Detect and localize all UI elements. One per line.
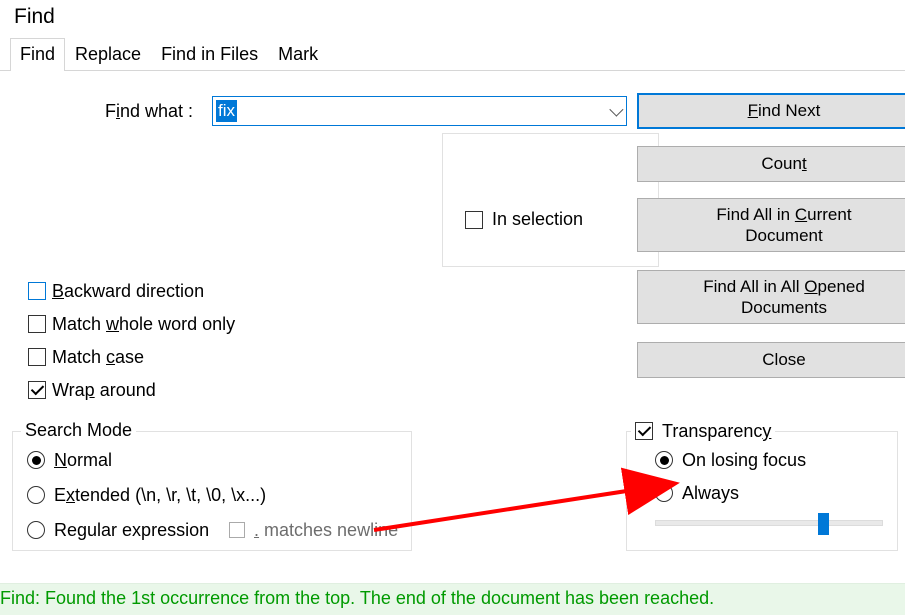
tab-replace[interactable]: Replace bbox=[65, 38, 151, 71]
extended-radio[interactable] bbox=[27, 486, 45, 504]
transparency-checkbox[interactable] bbox=[635, 422, 653, 440]
in-selection-checkbox-row[interactable]: In selection bbox=[465, 209, 583, 230]
search-mode-extended[interactable]: Extended (\n, \r, \t, \0, \x...) bbox=[27, 483, 266, 507]
opt-wrap[interactable]: Wrap around bbox=[28, 378, 156, 402]
matches-newline-checkbox bbox=[229, 522, 245, 538]
transparency-on-losing-focus[interactable]: On losing focus bbox=[655, 448, 806, 472]
find-next-button[interactable]: Find Next bbox=[637, 93, 905, 129]
transparency-label: Transparency bbox=[662, 421, 771, 441]
chevron-down-icon bbox=[609, 103, 623, 117]
opt-whole-word[interactable]: Match whole word only bbox=[28, 312, 235, 336]
backward-label: Backward direction bbox=[52, 281, 204, 302]
search-mode-group: Search Mode Normal Extended (\n, \r, \t,… bbox=[12, 431, 412, 551]
normal-label: Normal bbox=[54, 450, 112, 471]
match-case-checkbox[interactable] bbox=[28, 348, 46, 366]
match-case-label: Match case bbox=[52, 347, 144, 368]
wrap-checkbox[interactable] bbox=[28, 381, 46, 399]
in-selection-panel bbox=[442, 133, 659, 267]
backward-checkbox[interactable] bbox=[28, 282, 46, 300]
tab-find[interactable]: Find bbox=[10, 38, 65, 71]
transparency-always[interactable]: Always bbox=[655, 481, 739, 505]
transparency-slider[interactable] bbox=[655, 520, 883, 526]
transparency-header[interactable]: Transparency bbox=[631, 420, 775, 442]
find-what-label: Find what : bbox=[105, 101, 193, 122]
opt-match-case[interactable]: Match case bbox=[28, 345, 144, 369]
tab-mark[interactable]: Mark bbox=[268, 38, 328, 71]
tab-strip: Find Replace Find in Files Mark bbox=[0, 37, 905, 71]
on-losing-focus-label: On losing focus bbox=[682, 450, 806, 471]
regex-label: Regular expression bbox=[54, 520, 209, 541]
in-selection-checkbox[interactable] bbox=[465, 211, 483, 229]
always-label: Always bbox=[682, 483, 739, 504]
search-mode-regex[interactable]: Regular expression bbox=[27, 518, 209, 542]
regex-radio[interactable] bbox=[27, 521, 45, 539]
dialog-content: Find what : fix In selection Backward di… bbox=[0, 71, 905, 571]
find-what-input[interactable]: fix bbox=[216, 100, 237, 122]
matches-newline-label: . matches newline bbox=[254, 520, 398, 541]
extended-label: Extended (\n, \r, \t, \0, \x...) bbox=[54, 485, 266, 506]
slider-thumb[interactable] bbox=[818, 513, 829, 535]
search-mode-group-label: Search Mode bbox=[21, 420, 136, 441]
tab-find-in-files[interactable]: Find in Files bbox=[151, 38, 268, 71]
count-button[interactable]: Count bbox=[637, 146, 905, 182]
always-radio[interactable] bbox=[655, 484, 673, 502]
opt-backward[interactable]: Backward direction bbox=[28, 279, 204, 303]
in-selection-label: In selection bbox=[492, 209, 583, 230]
find-what-dropdown[interactable] bbox=[604, 97, 626, 125]
search-mode-normal[interactable]: Normal bbox=[27, 448, 112, 472]
whole-word-checkbox[interactable] bbox=[28, 315, 46, 333]
find-what-combo[interactable]: fix bbox=[212, 96, 627, 126]
normal-radio[interactable] bbox=[27, 451, 45, 469]
close-button[interactable]: Close bbox=[637, 342, 905, 378]
window-title: Find bbox=[0, 0, 905, 37]
status-bar: Find: Found the 1st occurrence from the … bbox=[0, 583, 905, 615]
wrap-label: Wrap around bbox=[52, 380, 156, 401]
transparency-group: Transparency On losing focus Always bbox=[626, 431, 898, 551]
on-losing-focus-radio[interactable] bbox=[655, 451, 673, 469]
find-all-opened-button[interactable]: Find All in All Opened Documents bbox=[637, 270, 905, 324]
find-all-current-button[interactable]: Find All in Current Document bbox=[637, 198, 905, 252]
whole-word-label: Match whole word only bbox=[52, 314, 235, 335]
matches-newline-option: . matches newline bbox=[229, 518, 398, 542]
